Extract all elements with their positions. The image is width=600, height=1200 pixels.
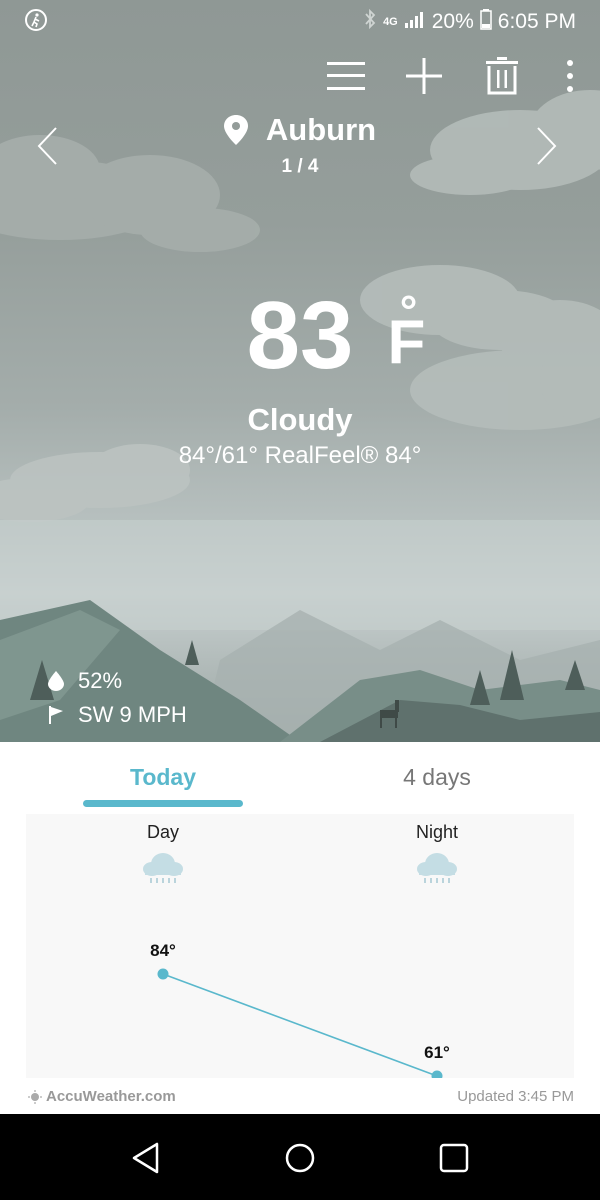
humidity-stat: 52% [48,664,187,698]
temperature-point-day [157,968,169,980]
temperature-unit: F [387,308,426,377]
tab-today[interactable]: Today [63,764,263,791]
home-icon [285,1143,315,1173]
wind-value: SW 9 MPH [78,702,187,727]
wind-stat: SW 9 MPH [48,698,187,732]
weather-hero: 4G 20% 6:05 PM Auburn 1 / 4 83 ° F Cloud… [0,0,600,742]
forecast-section: Today 4 days Day Night 84° 61° AccuWeathe… [0,742,600,1114]
current-temperature: 83 ° F [0,288,600,384]
forecast-footer: AccuWeather.com Updated 3:45 PM [28,1088,574,1110]
temperature-chart: 84° 61° [150,941,450,1078]
humidity-value: 52% [78,668,123,693]
more-options-button[interactable] [560,56,580,96]
temperature-line [162,973,438,1077]
location-page-indicator: 1 / 4 [281,156,319,177]
add-icon [406,58,442,94]
walking-icon [24,8,48,32]
delete-icon [486,57,518,95]
temperature-value: 83 [246,282,354,389]
recents-icon [439,1143,469,1173]
battery-icon [480,8,492,36]
status-bar: 4G 20% 6:05 PM [0,0,600,40]
active-tab-indicator [83,800,243,807]
day-night-forecast-panel: Day Night 84° 61° [26,814,574,1078]
navigation-bar [0,1114,600,1200]
temperature-label-day: 84° [150,941,176,960]
location-pin-icon [223,115,248,145]
flag-icon [49,706,63,724]
weather-stats: 52% SW 9 MPH [48,664,187,732]
forecast-tabs: Today 4 days [0,742,600,814]
clock: 6:05 PM [497,10,576,33]
battery-percent: 20% [431,10,474,33]
add-location-button[interactable] [404,56,444,96]
accuweather-logo[interactable]: AccuWeather.com [28,1088,176,1105]
weather-condition: Cloudy [247,402,353,437]
bluetooth-icon [363,8,377,36]
network-label: 4G [383,16,398,28]
temperature-point-night [431,1070,443,1078]
recents-button[interactable] [432,1136,476,1180]
updated-time: Updated 3:45 PM [457,1088,574,1105]
delete-button[interactable] [482,56,522,96]
back-icon [132,1142,159,1174]
more-icon [567,60,573,92]
temperature-details: 84°/61° RealFeel® 84° [178,442,422,469]
sun-icon [28,1089,42,1104]
menu-button[interactable] [326,56,366,96]
tab-4-days[interactable]: 4 days [337,764,537,791]
signal-icon [404,9,426,35]
back-button[interactable] [124,1136,168,1180]
toolbar [326,56,580,96]
water-drop-icon [48,671,64,691]
temperature-label-night: 61° [424,1043,450,1062]
home-button[interactable] [278,1136,322,1180]
menu-icon [327,62,365,90]
location-header: Auburn 1 / 4 [0,112,600,178]
brand-label: AccuWeather.com [46,1088,176,1105]
location-name: Auburn [265,112,377,147]
